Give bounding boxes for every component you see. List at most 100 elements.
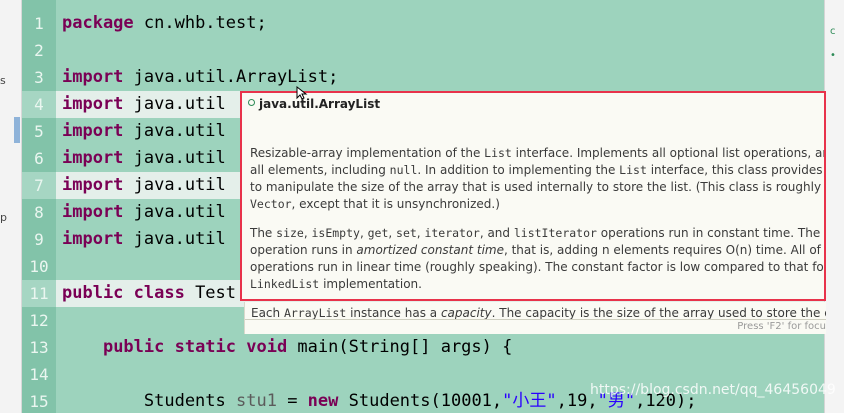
doc-text: , [359, 226, 368, 240]
doc-line: Vector, except that it is unsynchronized… [250, 196, 824, 213]
code-line[interactable]: 3 import java.util.ArrayList; [22, 64, 824, 91]
doc-text: , and [479, 226, 514, 240]
code-text: import java.util [62, 91, 226, 118]
javadoc-hover-popup[interactable]: java.util.ArrayList Resizable-array impl… [240, 91, 826, 301]
code-token: cn.whb.test; [143, 13, 267, 33]
doc-text: interface, this class provides methods [650, 163, 824, 177]
code-reference: size [276, 226, 304, 240]
line-number: 4 [22, 91, 56, 118]
code-token: java.util.ArrayList; [133, 67, 339, 87]
doc-paragraph: Resizable-array implementation of the Li… [250, 145, 824, 213]
code-keyword: import [62, 148, 134, 168]
code-text: import java.util [62, 172, 226, 199]
doc-text: Resizable-array implementation of the [250, 146, 485, 160]
doc-text: Each [251, 306, 284, 320]
code-token: java.util [133, 202, 226, 222]
line-number: 5 [34, 122, 44, 141]
doc-line: operation runs in amortized constant tim… [250, 242, 824, 259]
code-reference: List [484, 146, 512, 160]
doc-line: The size, isEmpty, get, set, iterator, a… [250, 225, 826, 242]
class-icon [248, 99, 255, 106]
line-number: 9 [34, 230, 44, 249]
popup-class-name: java.util.ArrayList [259, 97, 381, 111]
line-number: 6 [34, 149, 44, 168]
line-number: 10 [29, 257, 49, 276]
line-number: 8 [34, 203, 44, 222]
code-text: import java.util [62, 118, 226, 145]
code-token: Students(10001, [348, 391, 503, 411]
code-reference: Vector [250, 197, 292, 211]
doc-text: . The capacity is the size of the array … [491, 306, 826, 320]
code-keyword: import [62, 121, 134, 141]
code-reference: iterator [424, 226, 480, 240]
code-token: java.util [133, 94, 226, 114]
watermark: https://blog.csdn.net/qq_46456049 [590, 382, 836, 398]
line-number: 3 [34, 68, 44, 87]
doc-line: all elements, including null. In additio… [250, 162, 824, 179]
doc-text: instance has a [346, 306, 441, 320]
code-keyword: public class [62, 283, 196, 303]
emphasis-text: capacity [440, 306, 492, 320]
code-token: java.util [133, 229, 226, 249]
doc-text: operations run in constant time. The add [596, 226, 826, 240]
doc-text: interface. Implements all optional list … [515, 146, 824, 160]
popup-body-continuation: Each ArrayList instance has a capacity. … [251, 306, 826, 320]
doc-text: all elements, including [250, 163, 390, 177]
outline-method-icon[interactable]: • [830, 50, 836, 61]
code-keyword: package [62, 13, 144, 33]
line-number: 12 [29, 311, 49, 330]
focus-hint: Press 'F2' for focu [737, 321, 826, 332]
mouse-cursor-icon [296, 86, 308, 100]
code-text: public class Test [62, 280, 236, 307]
code-reference: set [396, 226, 417, 240]
code-keyword: import [62, 175, 134, 195]
code-reference: null [389, 163, 418, 177]
doc-text: implementation. [319, 277, 422, 291]
doc-text: , [388, 226, 397, 240]
code-token: Students [62, 391, 236, 411]
side-panel-selection [14, 117, 20, 143]
code-line[interactable]: 1 package cn.whb.test; [22, 10, 824, 37]
line-number: 13 [29, 338, 49, 357]
code-token: java.util [133, 121, 226, 141]
code-keyword: import [62, 67, 134, 87]
code-token: Test [195, 283, 237, 303]
code-text: public static void main(String[] args) { [62, 334, 512, 361]
doc-text: , that is, adding n elements requires O(… [503, 243, 824, 257]
code-token: main(String[] args) { [297, 337, 513, 357]
doc-text: to manipulate the size of the array that… [250, 180, 824, 194]
popup-header: java.util.ArrayList [248, 97, 380, 115]
side-panel-letter: s [0, 74, 6, 87]
line-number: 14 [29, 365, 49, 384]
code-reference: ArrayList [283, 306, 347, 320]
code-keyword: new [307, 391, 349, 411]
code-reference: listIterator [513, 226, 597, 240]
code-keyword: public static void [102, 337, 298, 357]
doc-line: operations run in linear time (roughly s… [250, 259, 826, 276]
code-variable: stu1 [236, 391, 277, 411]
code-token: java.util [133, 175, 226, 195]
right-side-panel: c • [824, 0, 844, 413]
line-number: 2 [34, 41, 44, 60]
code-text: package cn.whb.test; [62, 10, 267, 37]
doc-line: LinkedList implementation. [250, 276, 824, 293]
code-text: import java.util [62, 226, 226, 253]
side-panel-letter: p [0, 211, 7, 224]
doc-text: . In addition to implementing the [417, 163, 620, 177]
code-line[interactable]: 2 [22, 37, 824, 64]
code-reference: get [367, 226, 389, 240]
doc-text: operations run in linear time (roughly s… [250, 260, 826, 274]
code-keyword: import [62, 202, 134, 222]
line-number: 15 [29, 392, 49, 411]
doc-paragraph: The size, isEmpty, get, set, iterator, a… [250, 225, 826, 293]
popup-footer: Each ArrayList instance has a capacity. … [244, 302, 826, 334]
doc-line: to manipulate the size of the array that… [250, 179, 824, 196]
code-line[interactable]: 13 public static void main(String[] args… [22, 334, 824, 361]
emphasis-text: amortized constant time [356, 243, 504, 257]
doc-text: The [250, 226, 277, 240]
outline-class-icon[interactable]: c [830, 26, 836, 37]
line-number: 11 [22, 280, 56, 307]
code-token: java.util [133, 148, 226, 168]
code-keyword: import [62, 94, 134, 114]
